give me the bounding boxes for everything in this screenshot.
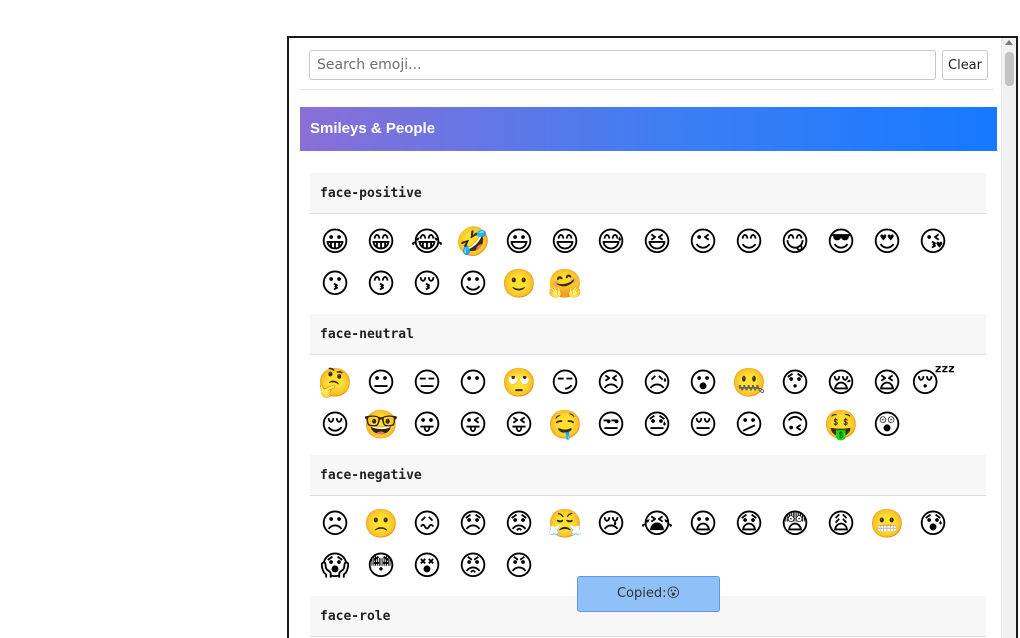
emoji-button[interactable]: 😭 <box>634 505 680 542</box>
emoji-button[interactable]: ☺ <box>450 265 496 302</box>
category-header: Smileys & People <box>300 107 997 151</box>
emoji-button[interactable]: 🤣 <box>450 223 496 260</box>
emoji-grid-face-neutral: 🤔 😐 😑 😶 🙄 😏 😣 😥 😮 🤐 😯 😪 😫 😴 😌 🤓 😛 😜 😝 🤤 😒 😓 😔 😕 🙃 🤑 😲 <box>312 364 992 443</box>
emoji-button[interactable]: 😊 <box>726 223 772 260</box>
emoji-button[interactable]: 😝 <box>496 406 542 443</box>
emoji-button[interactable]: 😬 <box>864 505 910 542</box>
subgroup-header-face-neutral: face-neutral <box>310 314 986 355</box>
emoji-button[interactable]: 😉 <box>680 223 726 260</box>
search-input[interactable] <box>309 50 936 80</box>
emoji-button[interactable]: 😧 <box>726 505 772 542</box>
category-title: Smileys & People <box>310 120 436 137</box>
emoji-button[interactable]: 😓 <box>634 406 680 443</box>
emoji-button[interactable]: 😨 <box>772 505 818 542</box>
emoji-button[interactable]: 😛 <box>404 406 450 443</box>
emoji-button[interactable]: 🤑 <box>818 406 864 443</box>
emoji-button[interactable]: 😗 <box>312 265 358 302</box>
scroll-thumb[interactable] <box>1005 52 1014 86</box>
emoji-button[interactable]: 😙 <box>358 265 404 302</box>
scrollbar[interactable] <box>1001 38 1016 638</box>
emoji-button[interactable]: 😱 <box>312 547 358 584</box>
emoji-button[interactable]: 😎 <box>818 223 864 260</box>
emoji-button[interactable]: 😆 <box>634 223 680 260</box>
emoji-button[interactable]: 😦 <box>680 505 726 542</box>
emoji-button[interactable]: 😐 <box>358 364 404 401</box>
emoji-button[interactable]: ☹ <box>312 505 358 542</box>
scroll-up-arrow-icon[interactable] <box>1005 40 1013 45</box>
emoji-button[interactable]: 😠 <box>496 547 542 584</box>
emoji-button[interactable]: 😰 <box>910 505 956 542</box>
subgroup-title: face-negative <box>320 468 422 483</box>
emoji-button[interactable]: 🙂 <box>496 265 542 302</box>
emoji-button[interactable]: 😳 <box>358 547 404 584</box>
emoji-button[interactable]: 😡 <box>450 547 496 584</box>
subgroup-title: face-positive <box>320 186 422 201</box>
emoji-button[interactable]: 😪 <box>818 364 864 401</box>
toast-text: Copied:😮 <box>616 586 681 601</box>
emoji-button[interactable]: 😢 <box>588 505 634 542</box>
emoji-button[interactable]: 😜 <box>450 406 496 443</box>
emoji-button[interactable]: 🙄 <box>496 364 542 401</box>
emoji-button[interactable]: 😞 <box>450 505 496 542</box>
emoji-picker-popup: Clear Smileys & People face-positive 😀😁😂… <box>287 36 1018 638</box>
emoji-grid-face-negative: ☹ 🙁 😖 😞 😟 😤 😢 😭 😦 😧 😨 😩 😬 😰 😱 😳 😵 😡 😠 <box>312 505 992 584</box>
emoji-button[interactable]: 🤐 <box>726 364 772 401</box>
emoji-button[interactable]: 🙃 <box>772 406 818 443</box>
subgroup-header-face-positive: face-positive <box>310 173 986 214</box>
emoji-button[interactable]: 😯 <box>772 364 818 401</box>
emoji-button[interactable]: 😮 <box>680 364 726 401</box>
emoji-button[interactable]: 😩 <box>818 505 864 542</box>
emoji-button[interactable]: 😥 <box>634 364 680 401</box>
emoji-button[interactable]: 😔 <box>680 406 726 443</box>
emoji-button[interactable]: 😃 <box>496 223 542 260</box>
search-bar: Clear <box>309 50 989 82</box>
emoji-button[interactable]: 😲 <box>864 406 910 443</box>
emoji-button[interactable]: 🙁 <box>358 505 404 542</box>
emoji-grid-face-positive: 😀 😁 😂 🤣 😃 😄 😅 😆 😉 😊 😋 😎 😍 😘 😗 😙 😚 ☺ 🙂 🤗 <box>312 223 992 302</box>
emoji-button[interactable]: 😚 <box>404 265 450 302</box>
emoji-button[interactable]: 😖 <box>404 505 450 542</box>
emoji-button[interactable]: 😘 <box>910 223 956 260</box>
emoji-button[interactable]: 🤗 <box>542 265 588 302</box>
emoji-button[interactable]: 😍 <box>864 223 910 260</box>
emoji-button[interactable]: 😟 <box>496 505 542 542</box>
emoji-button[interactable]: 😑 <box>404 364 450 401</box>
subgroup-title: face-neutral <box>320 327 414 342</box>
emoji-button[interactable]: 😒 <box>588 406 634 443</box>
emoji-button[interactable]: 😣 <box>588 364 634 401</box>
emoji-button[interactable]: 😫 <box>864 364 910 401</box>
emoji-button[interactable]: 🤤 <box>542 406 588 443</box>
emoji-button[interactable]: 😤 <box>542 505 588 542</box>
emoji-button[interactable]: 😄 <box>542 223 588 260</box>
clear-button[interactable]: Clear <box>942 50 988 80</box>
emoji-button[interactable]: 🤔 <box>312 364 358 401</box>
emoji-button[interactable]: 😵 <box>404 547 450 584</box>
emoji-button[interactable]: 😌 <box>312 406 358 443</box>
emoji-button[interactable]: 😋 <box>772 223 818 260</box>
subgroup-title: face-role <box>320 609 391 624</box>
copied-toast: Copied:😮 <box>577 576 720 612</box>
emoji-button[interactable]: 🤓 <box>358 406 404 443</box>
emoji-button[interactable]: 😅 <box>588 223 634 260</box>
emoji-button[interactable]: 😁 <box>358 223 404 260</box>
subgroup-header-face-negative: face-negative <box>310 455 986 496</box>
emoji-button[interactable]: 😕 <box>726 406 772 443</box>
emoji-button[interactable]: 😶 <box>450 364 496 401</box>
emoji-button[interactable]: 😀 <box>312 223 358 260</box>
search-divider <box>299 89 994 90</box>
emoji-button[interactable]: 😴 <box>910 364 956 401</box>
emoji-button[interactable]: 😏 <box>542 364 588 401</box>
emoji-button[interactable]: 😂 <box>404 223 450 260</box>
